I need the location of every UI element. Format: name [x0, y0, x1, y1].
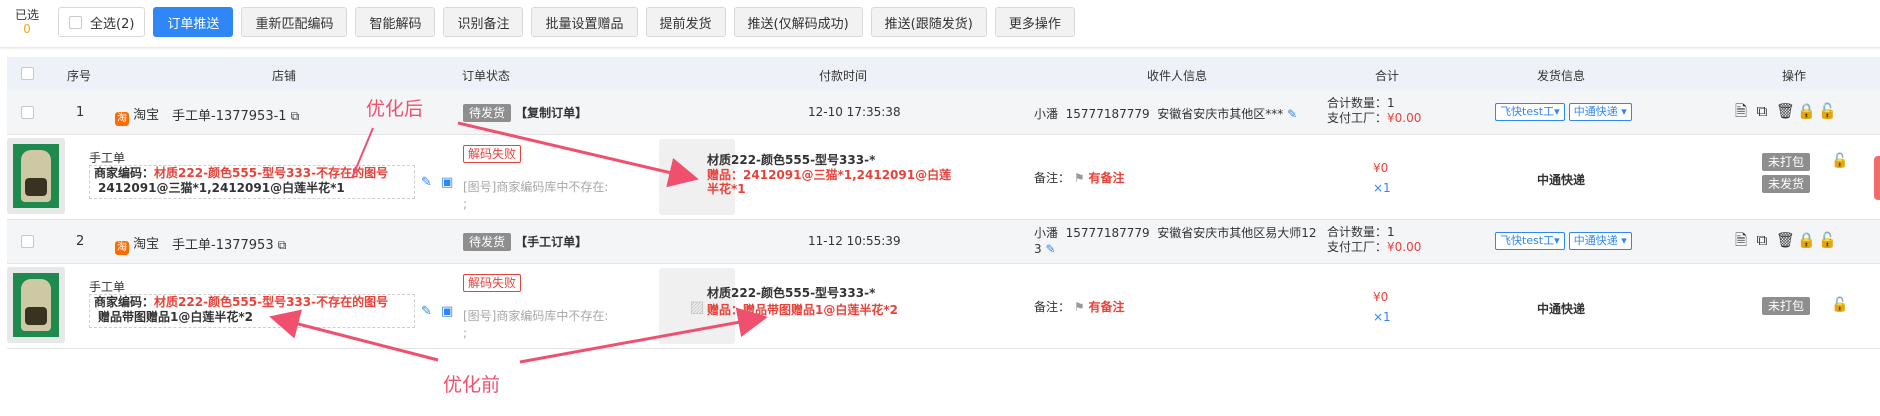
arrow-after-left — [351, 127, 374, 179]
annotation-arrows — [269, 121, 768, 364]
arrow-before-right — [519, 307, 768, 364]
annotation-after: 优化后 — [366, 98, 424, 120]
arrow-after-right — [457, 121, 699, 188]
arrow-before-left — [269, 309, 439, 362]
annotation-before: 优化前 — [443, 374, 501, 396]
